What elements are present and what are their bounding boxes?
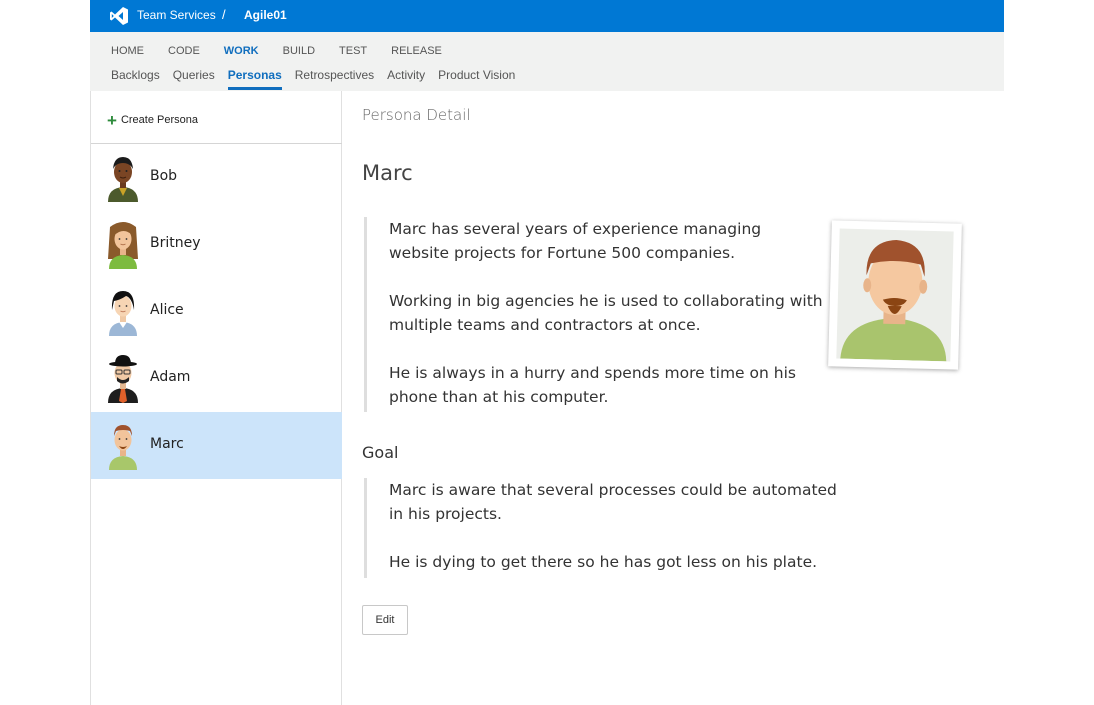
persona-item-marc[interactable]: Marc bbox=[91, 412, 342, 479]
goal-heading: Goal bbox=[362, 443, 399, 462]
plus-icon: + bbox=[107, 110, 117, 130]
persona-list: Bob Britney Alice Adam Marc bbox=[91, 144, 342, 479]
edit-button[interactable]: Edit bbox=[362, 605, 408, 635]
persona-item-adam[interactable]: Adam bbox=[91, 345, 342, 412]
subhub-tabs: Backlogs Queries Personas Retrospectives… bbox=[111, 68, 528, 90]
hub-build[interactable]: BUILD bbox=[283, 45, 315, 59]
tab-retrospectives[interactable]: Retrospectives bbox=[295, 68, 374, 90]
tab-backlogs[interactable]: Backlogs bbox=[111, 68, 160, 90]
hub-navigation: HOME CODE WORK BUILD TEST RELEASE Backlo… bbox=[90, 32, 1004, 91]
persona-sidebar: + Create Persona Bob Britney Alice Adam … bbox=[90, 91, 342, 705]
adam-avatar-icon bbox=[108, 355, 138, 403]
persona-item-britney[interactable]: Britney bbox=[91, 211, 342, 278]
hub-test[interactable]: TEST bbox=[339, 45, 367, 59]
account-name[interactable]: Team Services bbox=[137, 8, 216, 22]
bob-avatar-icon bbox=[108, 157, 138, 202]
description-paragraph: He is always in a hurry and spends more … bbox=[389, 364, 796, 406]
persona-name: Alice bbox=[150, 302, 184, 318]
visual-studio-logo-icon[interactable] bbox=[109, 6, 129, 26]
persona-item-alice[interactable]: Alice bbox=[91, 278, 342, 345]
persona-photo bbox=[828, 220, 962, 370]
alice-avatar-icon bbox=[109, 291, 137, 336]
goal-paragraph: Marc is aware that several processes cou… bbox=[389, 481, 837, 523]
persona-name: Bob bbox=[150, 168, 178, 184]
tab-activity[interactable]: Activity bbox=[387, 68, 425, 90]
persona-description: Marc has several years of experience man… bbox=[364, 217, 824, 412]
hub-code[interactable]: CODE bbox=[168, 45, 200, 59]
persona-detail-panel: Persona Detail Marc Marc has several yea… bbox=[342, 91, 1004, 705]
tab-product-vision[interactable]: Product Vision bbox=[438, 68, 515, 90]
hub-release[interactable]: RELEASE bbox=[391, 45, 442, 59]
section-title: Persona Detail bbox=[362, 106, 471, 124]
app-window: Team Services / Agile01 HOME CODE WORK B… bbox=[90, 0, 1004, 705]
persona-name: Britney bbox=[150, 235, 201, 251]
britney-avatar-icon bbox=[108, 222, 138, 269]
hub-tabs: HOME CODE WORK BUILD TEST RELEASE bbox=[111, 45, 466, 59]
top-bar: Team Services / Agile01 bbox=[90, 0, 1004, 32]
persona-item-bob[interactable]: Bob bbox=[91, 144, 342, 211]
breadcrumb-separator: / bbox=[222, 7, 226, 22]
description-paragraph: Marc has several years of experience man… bbox=[389, 220, 762, 262]
hub-home[interactable]: HOME bbox=[111, 45, 144, 59]
marc-avatar-icon bbox=[109, 425, 137, 470]
description-paragraph: Working in big agencies he is used to co… bbox=[389, 292, 823, 334]
persona-goal: Marc is aware that several processes cou… bbox=[364, 478, 854, 578]
hub-work[interactable]: WORK bbox=[224, 45, 259, 59]
tab-personas[interactable]: Personas bbox=[227, 68, 282, 90]
persona-name: Adam bbox=[150, 369, 191, 385]
persona-title: Marc bbox=[362, 161, 413, 185]
create-persona-label: Create Persona bbox=[120, 114, 198, 126]
marc-portrait-icon bbox=[840, 240, 947, 362]
goal-paragraph: He is dying to get there so he has got l… bbox=[389, 553, 818, 571]
project-name[interactable]: Agile01 bbox=[244, 8, 287, 22]
tab-queries[interactable]: Queries bbox=[173, 68, 215, 90]
create-persona-button[interactable]: + Create Persona bbox=[107, 111, 198, 129]
photo-frame bbox=[836, 228, 954, 362]
persona-name: Marc bbox=[150, 436, 184, 452]
